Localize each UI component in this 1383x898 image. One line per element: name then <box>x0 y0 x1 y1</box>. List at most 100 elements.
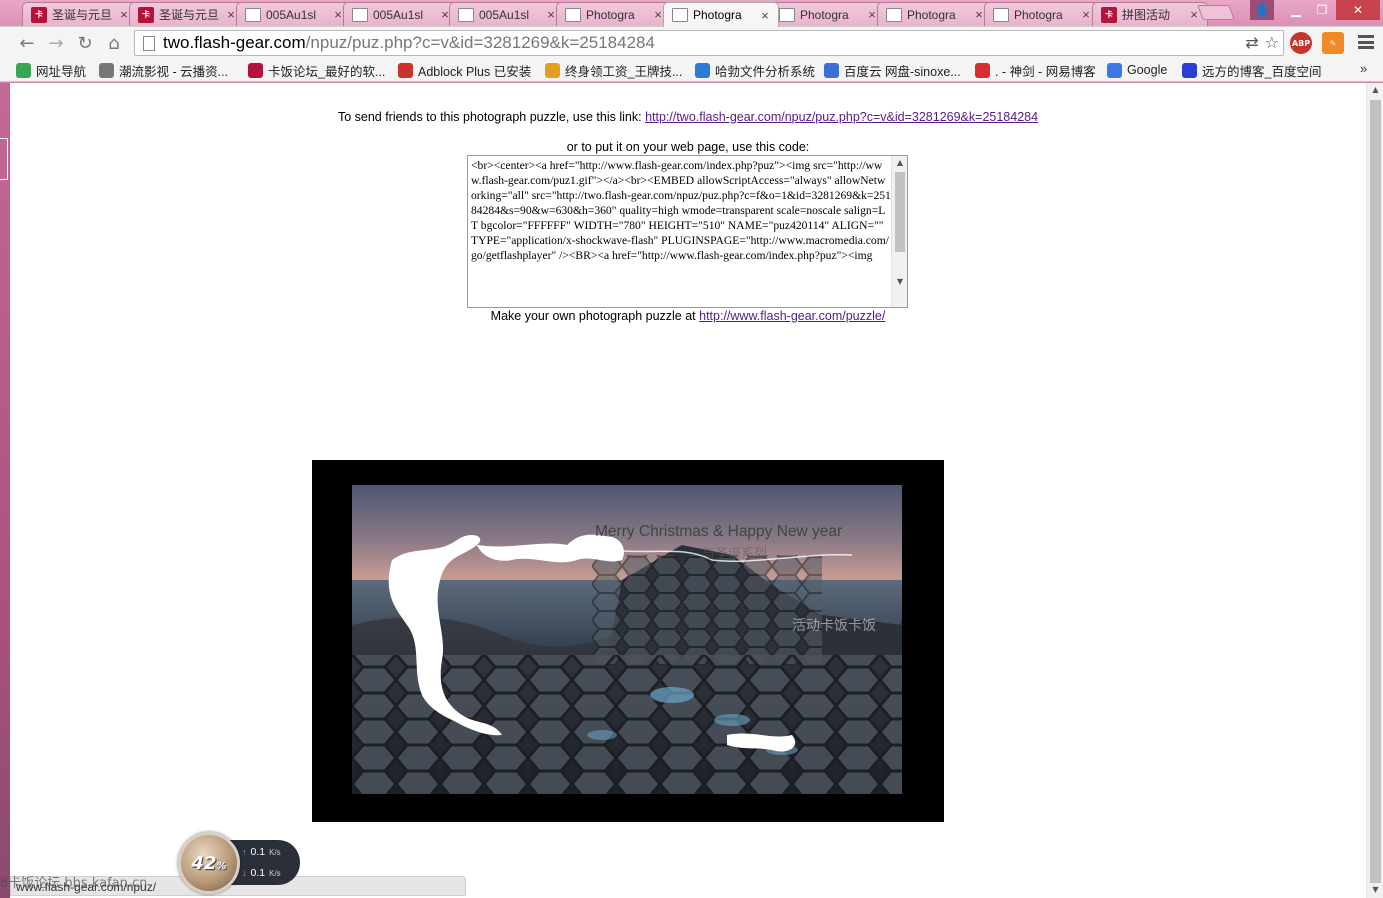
tab-close-icon[interactable]: × <box>1079 7 1093 22</box>
tab-strip: 卡圣诞与元旦 × 卡圣诞与元旦 × 005Au1sl × 005Au1sl × 005Au1sl… <box>0 0 1383 27</box>
tab[interactable]: 卡圣诞与元旦 × <box>129 2 245 26</box>
page-scroll-down-icon[interactable]: ▼ <box>1367 883 1383 897</box>
bookmark-favicon-icon <box>99 62 114 78</box>
maximize-icon[interactable]: ❐ <box>1309 0 1335 20</box>
menu-icon[interactable] <box>1356 33 1376 51</box>
tab[interactable]: 卡圣诞与元旦 × <box>22 2 138 26</box>
tab-title: 005Au1sl <box>266 7 317 22</box>
bookmark-item[interactable]: 百度云 网盘-sinoxe... <box>824 61 961 79</box>
page-scroll-thumb[interactable] <box>1370 100 1381 883</box>
make-own-prefix: Make your own photograph puzzle at <box>490 309 700 323</box>
bookmark-item[interactable]: 卡饭论坛_最好的软... <box>248 61 385 79</box>
embed-code-textarea[interactable]: <br><center><a href="http://www.flash-ge… <box>467 155 908 308</box>
tab-title: Photogra <box>586 7 635 22</box>
kafan-favicon-icon: 卡 <box>1101 6 1117 23</box>
tab[interactable]: Photogra × <box>984 2 1100 26</box>
tab-title: 005Au1sl <box>373 7 424 22</box>
page-content: To send friends to this photograph puzzl… <box>10 83 1366 898</box>
make-own-link[interactable]: http://www.flash-gear.com/puzzle/ <box>699 309 885 323</box>
desktop-edge <box>0 83 10 898</box>
share-link[interactable]: http://two.flash-gear.com/npuz/puz.php?c… <box>645 110 1038 124</box>
bookmark-favicon-icon <box>695 62 710 78</box>
bookmark-label: . - 神剑 - 网易博客 <box>995 64 1096 79</box>
download-arrow-icon: ↓ <box>242 868 247 878</box>
memory-percent-ball[interactable]: 42% <box>178 832 240 894</box>
bookmark-item[interactable]: . - 神剑 - 网易博客 <box>975 61 1096 79</box>
bookmark-item[interactable]: 远方的博客_百度空间 <box>1182 61 1321 79</box>
tab[interactable]: 卡拼图活动 × <box>1092 2 1208 26</box>
scroll-thumb[interactable] <box>895 172 905 252</box>
address-bar[interactable]: two.flash-gear.com/npuz/puz.php?c=v&id=3… <box>134 30 1284 56</box>
bookmarks-overflow-button[interactable]: » <box>1360 61 1367 76</box>
extension-icon[interactable]: ✎ <box>1322 32 1344 54</box>
kafan-favicon-icon: 卡 <box>138 6 154 23</box>
puzzle-caption-sub: 与圣诞系列 <box>702 547 768 562</box>
bookmark-label: 卡饭论坛_最好的软... <box>268 64 386 79</box>
document-icon <box>993 7 1009 22</box>
translate-icon[interactable]: ⇄ <box>1245 33 1258 52</box>
puzzle-caption: Merry Christmas & Happy New year <box>595 523 843 540</box>
page-scroll-up-icon[interactable]: ▲ <box>1367 83 1383 97</box>
page-icon <box>143 35 155 51</box>
scroll-down-icon[interactable]: ▼ <box>892 275 907 289</box>
document-icon <box>245 7 261 22</box>
tab[interactable]: 005Au1sl × <box>343 2 459 26</box>
document-icon <box>886 7 902 22</box>
tab-title: Photogra <box>1014 7 1063 22</box>
bookmark-favicon-icon <box>1107 62 1122 78</box>
share-link-line: To send friends to this photograph puzzl… <box>10 110 1366 124</box>
document-icon <box>672 8 688 22</box>
bookmark-label: Google <box>1127 63 1168 77</box>
tab-title: Photogra <box>800 7 849 22</box>
upload-arrow-icon: ↑ <box>242 847 247 857</box>
bookmark-favicon-icon <box>824 62 839 78</box>
bookmark-item[interactable]: Adblock Plus 已安装 <box>398 61 531 79</box>
download-speed: ↓ 0.1 K/s <box>242 867 281 879</box>
bookmark-label: Adblock Plus 已安装 <box>418 64 532 79</box>
tab-title: 拼图活动 <box>1122 8 1171 22</box>
tab-title: 005Au1sl <box>479 7 530 22</box>
embed-code-scrollbar[interactable]: ▲ ▼ <box>891 156 907 307</box>
bookmark-item[interactable]: Google <box>1107 61 1167 79</box>
upload-speed: ↑ 0.1 K/s <box>242 846 281 858</box>
bookmark-label: 哈勃文件分析系统 <box>715 64 816 79</box>
forward-icon[interactable]: → <box>44 31 68 55</box>
adblock-plus-icon[interactable]: ABP <box>1290 32 1312 54</box>
bookmark-favicon-icon <box>1182 62 1197 78</box>
puzzle-image[interactable]: Merry Christmas & Happy New year 与圣诞系列 活… <box>352 485 902 794</box>
tab-title: Photogra <box>907 7 956 22</box>
bookmark-label: 终身领工资_王牌技... <box>565 64 683 79</box>
tab[interactable]: Photogra × <box>556 2 672 26</box>
tab-title: 圣诞与元旦 <box>52 8 113 22</box>
bookmark-item[interactable]: 哈勃文件分析系统 <box>695 61 815 79</box>
reload-icon[interactable]: ↻ <box>73 31 97 55</box>
address-url: two.flash-gear.com/npuz/puz.php?c=v&id=3… <box>163 33 655 52</box>
tab[interactable]: Photogra × <box>877 2 993 26</box>
tab[interactable]: Photogra × <box>663 2 779 27</box>
bookmark-favicon-icon <box>398 62 413 78</box>
kafan-favicon-icon: 卡 <box>31 6 47 23</box>
bookmark-label: 潮流影视 - 云播资... <box>119 64 229 79</box>
scroll-up-icon[interactable]: ▲ <box>892 156 907 170</box>
new-tab-button[interactable] <box>1197 5 1235 20</box>
bookmark-favicon-icon <box>545 62 560 78</box>
tab[interactable]: Photogra × <box>770 2 886 26</box>
bookmark-item[interactable]: 网址导航 <box>16 61 86 79</box>
document-icon <box>458 7 474 22</box>
puzzle-frame[interactable]: Merry Christmas & Happy New year 与圣诞系列 活… <box>312 460 944 822</box>
tab[interactable]: 005Au1sl × <box>449 2 565 26</box>
bookmarks-bar: 网址导航 潮流影视 - 云播资... 卡饭论坛_最好的软... Adblock Plu… <box>0 58 1383 82</box>
window-close-icon[interactable]: ✕ <box>1336 0 1380 20</box>
bookmark-item[interactable]: 终身领工资_王牌技... <box>545 61 682 79</box>
home-icon[interactable]: ⌂ <box>102 31 126 55</box>
user-profile-icon[interactable]: 👤 <box>1250 0 1274 20</box>
bookmark-label: 网址导航 <box>36 64 87 79</box>
bookmark-star-icon[interactable]: ☆ <box>1265 33 1279 52</box>
tab-close-icon[interactable]: × <box>758 8 772 23</box>
back-icon[interactable]: ← <box>15 31 39 55</box>
bookmark-item[interactable]: 潮流影视 - 云播资... <box>99 61 228 79</box>
page-scrollbar[interactable]: ▲ ▼ <box>1366 83 1383 898</box>
document-icon <box>352 7 368 22</box>
minimize-icon[interactable]: ▁ <box>1283 0 1309 20</box>
tab[interactable]: 005Au1sl × <box>236 2 352 26</box>
